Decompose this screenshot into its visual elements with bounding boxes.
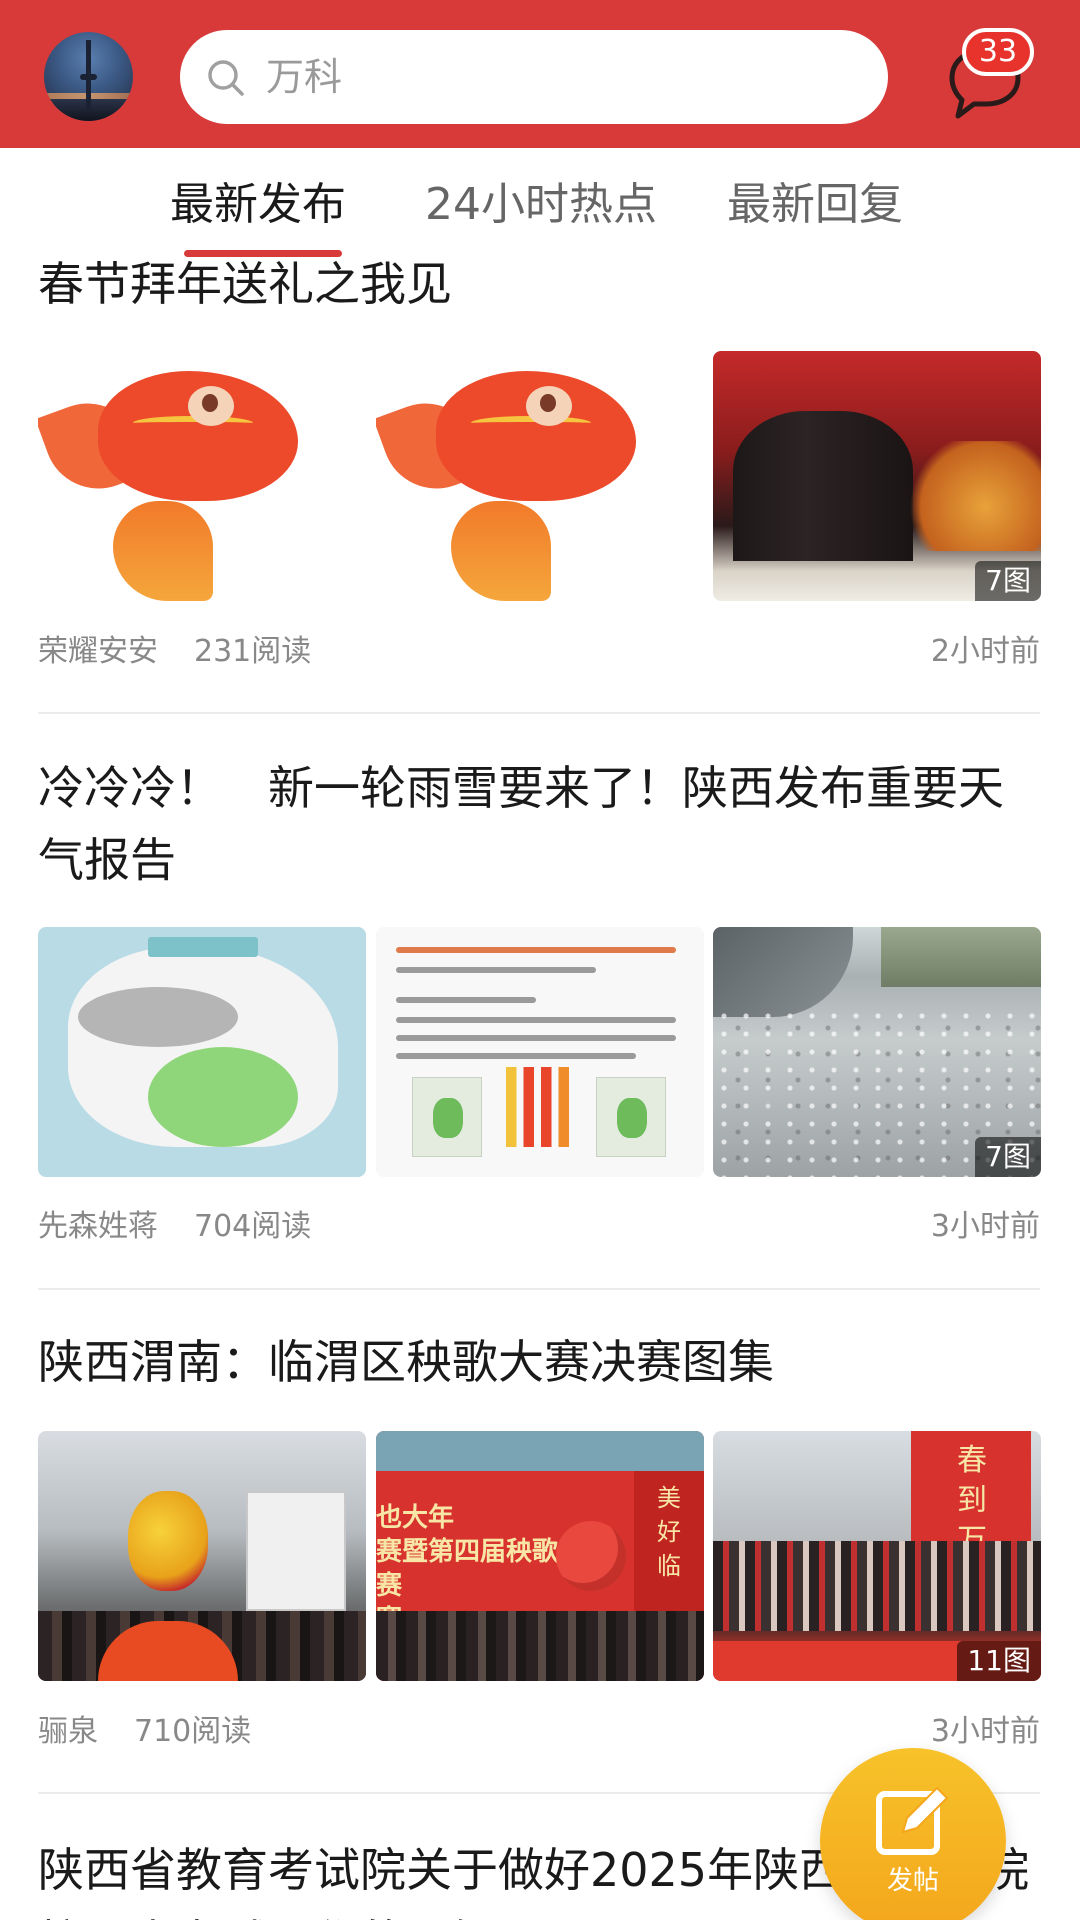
post-meta: 先森姓蒋 704阅读 xyxy=(38,1207,311,1247)
post-image[interactable] xyxy=(38,927,366,1177)
report-map xyxy=(596,1077,666,1157)
report-line xyxy=(396,967,596,973)
report-line xyxy=(396,1053,636,1059)
report-line xyxy=(396,1017,676,1023)
tab-24h-hot[interactable]: 24小时热点 xyxy=(425,170,657,240)
fish-tail xyxy=(451,501,551,601)
post-image[interactable] xyxy=(376,927,704,1177)
post-divider xyxy=(38,1288,1040,1290)
report-bars xyxy=(506,1067,576,1147)
post-title[interactable]: 陕西渭南：临渭区秧歌大赛决赛图集 xyxy=(38,1326,1038,1398)
map-snow-area xyxy=(78,987,238,1047)
fish-eye xyxy=(526,386,572,426)
post-image[interactable] xyxy=(376,351,704,601)
tab-latest-reply[interactable]: 最新回复 xyxy=(727,170,903,240)
banner-side-text: 美好临 xyxy=(657,1484,681,1580)
top-bar: 万科 33 xyxy=(0,0,1080,148)
post-reads: 231阅读 xyxy=(194,634,312,669)
post-time: 3小时前 xyxy=(930,1209,1040,1244)
avatar-tower xyxy=(80,40,97,110)
message-count-badge: 33 xyxy=(962,28,1034,76)
new-post-label: 发帖 xyxy=(886,1866,939,1896)
post-author[interactable]: 骊泉 xyxy=(38,1714,98,1749)
crowd xyxy=(713,1541,1041,1631)
feed-tabs: 最新发布 24小时热点 最新回复 xyxy=(0,170,1080,260)
crowd xyxy=(376,1611,704,1681)
search-placeholder: 万科 xyxy=(266,55,343,99)
edit-icon xyxy=(876,1787,948,1855)
post-image[interactable]: 7图 xyxy=(713,351,1041,601)
post-divider xyxy=(38,712,1040,714)
banner-sky xyxy=(376,1431,704,1471)
image-count-badge: 11图 xyxy=(957,1641,1041,1681)
post-image[interactable] xyxy=(38,351,366,601)
post-image[interactable] xyxy=(38,1431,366,1681)
post-reads: 704阅读 xyxy=(194,1209,312,1244)
guard-hut xyxy=(246,1491,346,1611)
red-lantern xyxy=(556,1521,626,1591)
car-background-trees xyxy=(881,927,1041,987)
tab-latest[interactable]: 最新发布 xyxy=(170,170,346,240)
market-crowd xyxy=(733,411,913,561)
post-time: 2小时前 xyxy=(930,634,1040,669)
car-windshield xyxy=(713,927,853,1017)
search-bar[interactable]: 万科 xyxy=(180,30,888,124)
report-line xyxy=(396,997,536,1003)
post-image[interactable]: 春到万家 11图 xyxy=(713,1431,1041,1681)
post-image[interactable]: 也大年 赛暨第四届秧歌大赛 赛 美好临 xyxy=(376,1431,704,1681)
report-map xyxy=(412,1077,482,1157)
post-time: 3小时前 xyxy=(930,1714,1040,1749)
post-reads: 710阅读 xyxy=(134,1714,252,1749)
image-count-badge: 7图 xyxy=(975,1137,1041,1177)
post-meta: 骊泉 710阅读 xyxy=(38,1712,251,1752)
post-title[interactable]: 春节拜年送礼之我见 xyxy=(38,248,1038,320)
image-count-badge: 7图 xyxy=(975,561,1041,601)
post-image[interactable]: 7图 xyxy=(713,927,1041,1177)
market-goods xyxy=(901,441,1041,551)
fish-tail xyxy=(113,501,213,601)
map-header xyxy=(148,937,258,957)
new-post-button[interactable]: 发帖 xyxy=(820,1748,1006,1920)
post-author[interactable]: 荣耀安安 xyxy=(38,634,158,669)
lion-dance-figure xyxy=(128,1491,208,1591)
user-avatar[interactable] xyxy=(44,32,133,121)
post-title[interactable]: 冷冷冷！ 新一轮雨雪要来了！陕西发布重要天气报告 xyxy=(38,752,1038,896)
post-meta: 荣耀安安 231阅读 xyxy=(38,632,311,672)
post-author[interactable]: 先森姓蒋 xyxy=(38,1209,158,1244)
report-line xyxy=(396,1035,676,1041)
map-rain-area xyxy=(148,1047,298,1147)
fish-eye xyxy=(188,386,234,426)
report-line xyxy=(396,947,676,953)
search-icon xyxy=(208,60,244,96)
